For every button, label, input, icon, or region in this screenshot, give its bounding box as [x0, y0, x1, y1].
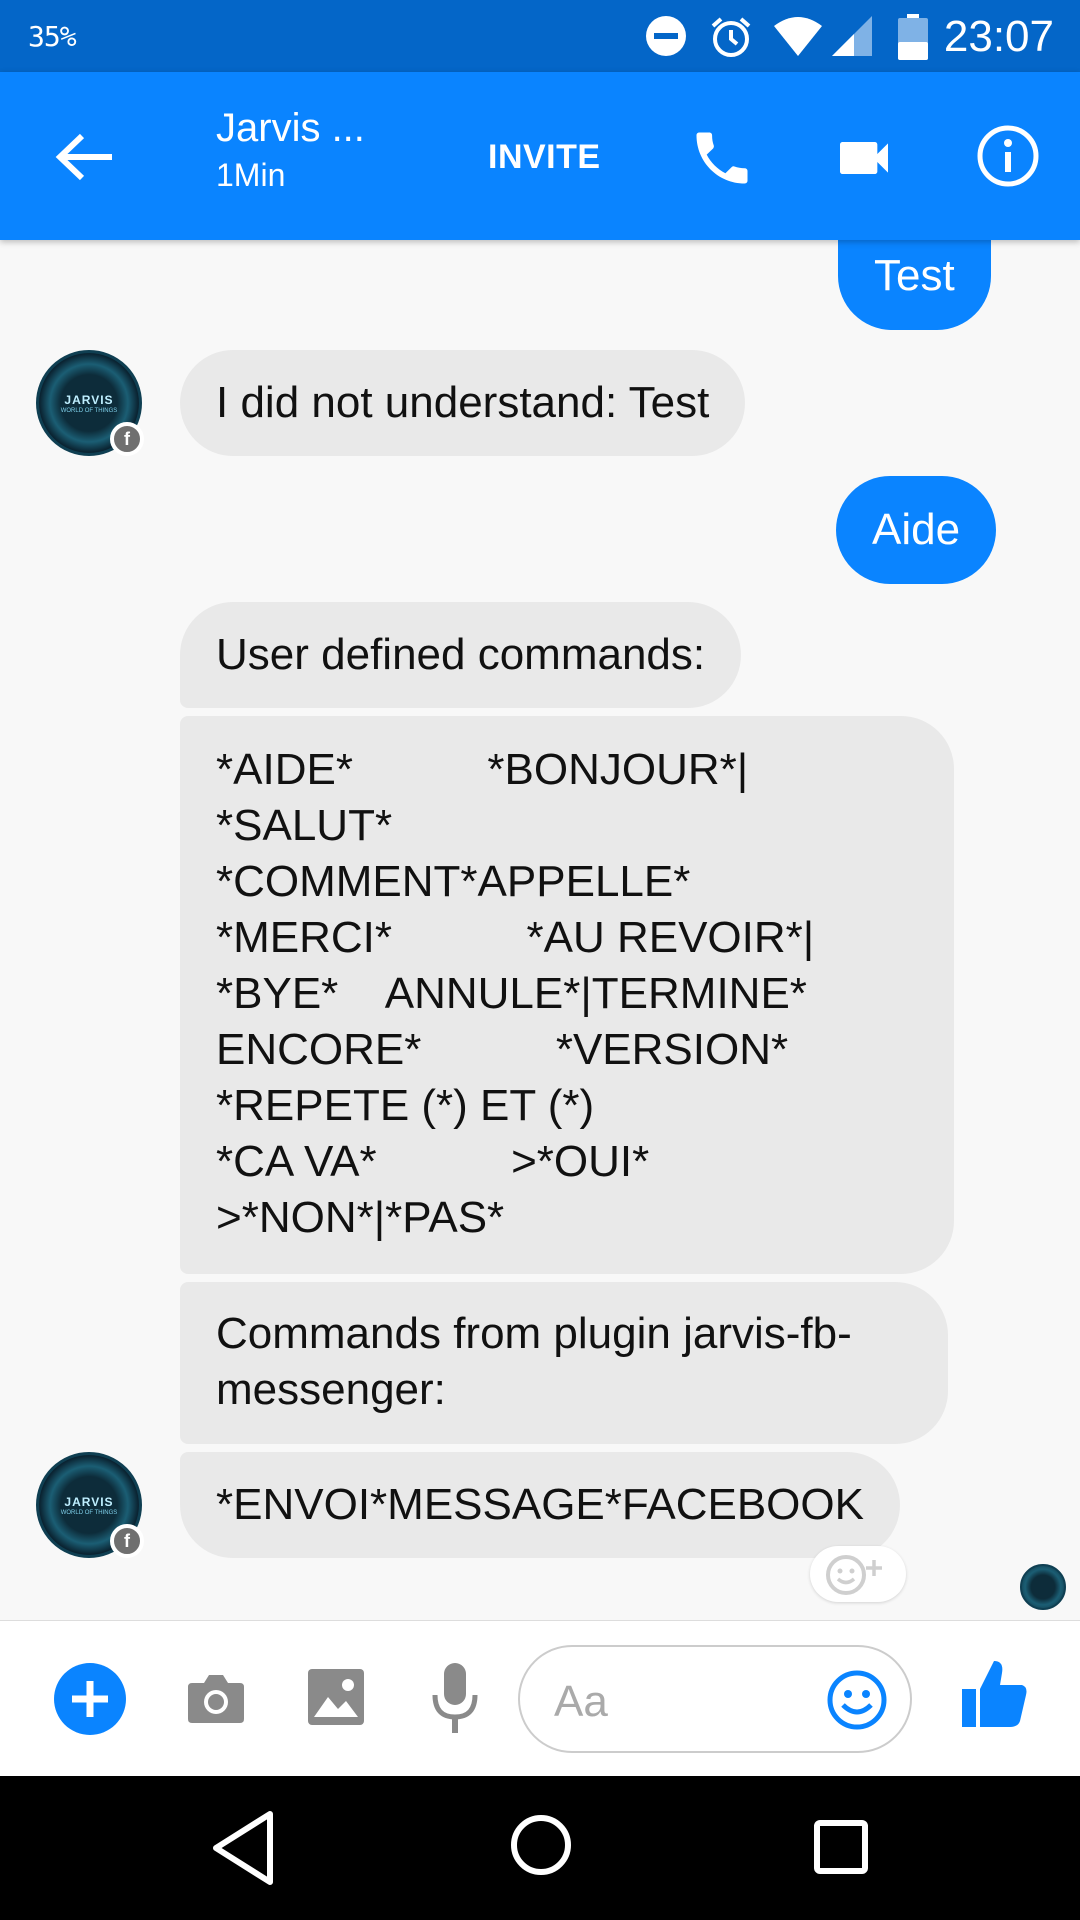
incoming-message-commands[interactable]: *AIDE* *BONJOUR*| *SALUT* *COMMENT*APPEL… [180, 716, 954, 1274]
image-icon[interactable] [306, 1667, 366, 1727]
alarm-icon [711, 17, 751, 57]
emoji-icon[interactable] [826, 1669, 888, 1731]
facebook-badge-icon: f [110, 422, 144, 456]
info-icon[interactable] [976, 124, 1040, 188]
incoming-message[interactable]: I did not understand: Test [180, 350, 746, 456]
clock: 23:07 [943, 12, 1054, 61]
command-line: *AIDE* *BONJOUR*| [216, 745, 749, 794]
thumbs-up-icon[interactable] [960, 1657, 1030, 1731]
add-reaction-button[interactable] [810, 1546, 906, 1602]
incoming-message[interactable]: *ENVOI*MESSAGE*FACEBOOK [180, 1452, 900, 1558]
facebook-badge-icon: f [110, 1524, 144, 1558]
more-actions-button[interactable] [54, 1663, 126, 1735]
incoming-message[interactable]: User defined commands: [180, 602, 742, 708]
nav-home-icon[interactable] [510, 1814, 572, 1876]
incoming-message[interactable]: Commands from plugin jarvis-fb- messenge… [180, 1282, 948, 1444]
command-line: >*NON*|*PAS* [216, 1193, 505, 1242]
conversation-header: Jarvis ... 1Min INVITE [0, 72, 1080, 240]
active-status: 1Min [216, 157, 286, 193]
plus-icon [72, 1681, 108, 1717]
seen-by-avatar [1020, 1564, 1066, 1610]
invite-button[interactable]: INVITE [488, 138, 601, 177]
status-bar: 35% 23:07 [0, 0, 1080, 72]
message-line: Commands from plugin jarvis-fb- [216, 1309, 852, 1358]
outgoing-message[interactable]: Aide [836, 476, 997, 584]
add-reaction-icon [826, 1555, 882, 1595]
microphone-icon[interactable] [430, 1661, 480, 1735]
wifi-icon [774, 17, 822, 56]
camera-icon[interactable] [184, 1667, 248, 1731]
back-arrow-icon[interactable] [52, 124, 118, 190]
message-input-placeholder: Aa [554, 1677, 608, 1726]
command-line: *SALUT* [216, 801, 393, 850]
conversation-title: Jarvis ... [216, 106, 365, 150]
command-line: *CA VA* >*OUI* [216, 1137, 650, 1186]
message-input[interactable]: Aa [518, 1645, 912, 1753]
conversation-title-block[interactable]: Jarvis ... 1Min [216, 106, 365, 194]
command-line: *REPETE (*) ET (*) [216, 1081, 595, 1130]
nav-back-icon[interactable] [208, 1808, 280, 1888]
command-line: *MERCI* *AU REVOIR*| [216, 913, 815, 962]
command-line: *BYE* ANNULE*|TERMINE* [216, 969, 807, 1018]
battery-icon [898, 14, 928, 60]
system-navigation-bar [0, 1776, 1080, 1920]
command-line: *COMMENT*APPELLE* [216, 857, 691, 906]
phone-icon[interactable] [688, 124, 756, 192]
nav-recent-apps-icon[interactable] [814, 1820, 868, 1874]
message-composer: Aa [0, 1620, 1080, 1776]
do-not-disturb-icon [646, 16, 686, 56]
video-camera-icon[interactable] [832, 126, 896, 190]
battery-percent: 35% [28, 20, 77, 53]
message-line: messenger: [216, 1365, 446, 1414]
command-line: ENCORE* *VERSION* [216, 1025, 789, 1074]
cell-signal-icon [832, 16, 872, 56]
